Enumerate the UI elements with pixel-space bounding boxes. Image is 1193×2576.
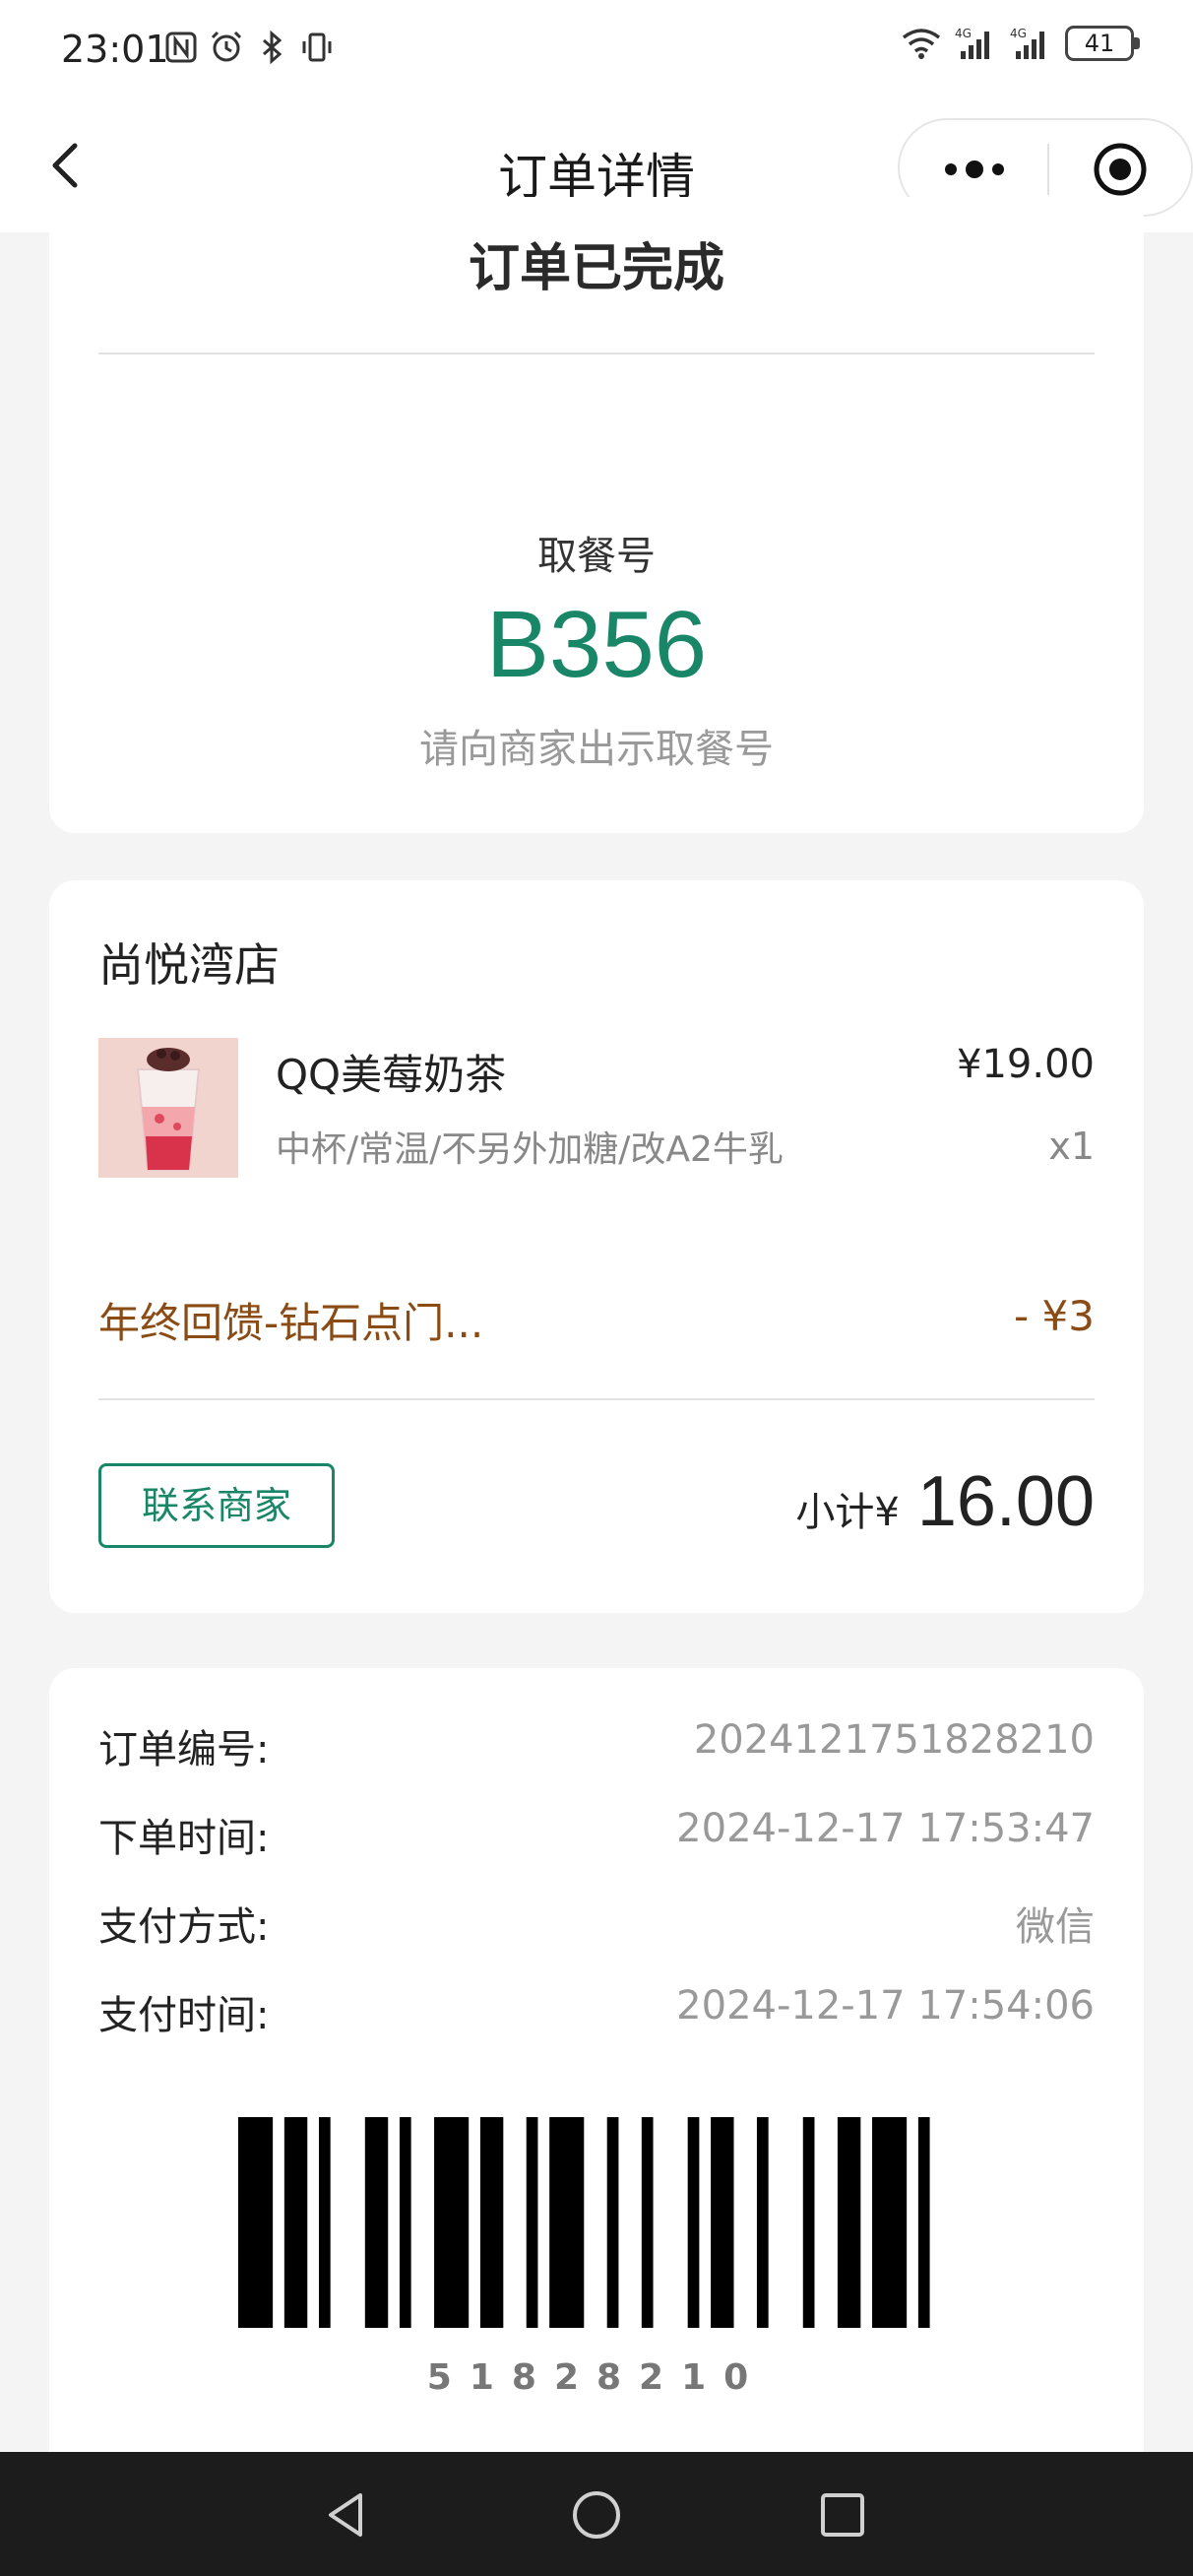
info-value: 2024-12-17 17:54:06 bbox=[676, 1983, 1095, 2029]
divider bbox=[98, 1398, 1095, 1400]
product-quantity: x1 bbox=[1048, 1125, 1095, 1168]
more-dots-icon[interactable] bbox=[937, 142, 1012, 197]
bluetooth-icon bbox=[263, 30, 283, 65]
svg-text:4G: 4G bbox=[955, 27, 972, 40]
status-time: 23:01 bbox=[61, 28, 169, 71]
info-row-payment-time: 支付时间: 2024-12-17 17:54:06 bbox=[98, 1983, 1095, 2042]
order-info-card: 订单编号: 2024121751828210 下单时间: 2024-12-17 … bbox=[49, 1668, 1144, 2456]
info-value: 2024121751828210 bbox=[693, 1717, 1095, 1763]
signal-4g-icon: 4G bbox=[1010, 27, 1044, 59]
system-nav-bar bbox=[0, 2452, 1193, 2576]
info-value: 微信 bbox=[1016, 1904, 1095, 1950]
pickup-number: B356 bbox=[485, 592, 708, 697]
info-row-order-number: 订单编号: 2024121751828210 bbox=[98, 1717, 1095, 1776]
discount-name: 年终回馈-钻石点门... bbox=[98, 1299, 484, 1347]
store-card: 尚悦湾店 QQ美莓奶茶 ¥19.00 中杯/常温/不另外加糖/改A2牛乳 x1 … bbox=[49, 880, 1144, 1613]
vibrate-icon bbox=[302, 32, 332, 62]
subtotal-value: 16.00 bbox=[916, 1462, 1095, 1541]
divider bbox=[98, 353, 1095, 354]
info-label: 支付时间: bbox=[98, 1993, 270, 2038]
subtotal-label: 小计¥ bbox=[795, 1490, 900, 1535]
battery-level: 41 bbox=[1084, 30, 1115, 57]
product-image bbox=[98, 1038, 238, 1178]
battery-indicator: 41 bbox=[1065, 26, 1140, 61]
pickup-card: 订单已完成 取餐号 B356 请向商家出示取餐号 bbox=[49, 197, 1144, 833]
pickup-label: 取餐号 bbox=[537, 534, 656, 579]
status-left-icons bbox=[163, 30, 335, 65]
info-row-payment-method: 支付方式: 微信 bbox=[98, 1895, 1095, 1954]
nfc-icon bbox=[165, 32, 197, 63]
product-name: QQ美莓奶茶 bbox=[276, 1051, 507, 1099]
store-name: 尚悦湾店 bbox=[98, 938, 280, 992]
status-right-icons: 4G 4G 41 bbox=[900, 26, 1140, 61]
order-status: 订单已完成 bbox=[468, 239, 724, 298]
signal-4g-icon: 4G bbox=[955, 27, 989, 59]
svg-text:4G: 4G bbox=[1010, 27, 1027, 40]
wifi-icon bbox=[902, 29, 941, 59]
subtotal: 小计¥ 16.00 bbox=[795, 1461, 1095, 1542]
status-bar: 23:01 4G 4G 41 bbox=[0, 0, 1193, 98]
info-row-order-time: 下单时间: 2024-12-17 17:53:47 bbox=[98, 1806, 1095, 1865]
barcode-number: 51828210 bbox=[426, 2357, 767, 2398]
info-label: 支付方式: bbox=[98, 1904, 270, 1950]
home-circle-icon[interactable] bbox=[565, 2483, 628, 2546]
contact-merchant-button[interactable]: 联系商家 bbox=[98, 1463, 335, 1548]
capsule-divider bbox=[1047, 144, 1049, 195]
recents-square-icon[interactable] bbox=[811, 2483, 874, 2546]
pickup-hint: 请向商家出示取餐号 bbox=[419, 727, 774, 772]
back-triangle-icon[interactable] bbox=[315, 2483, 378, 2546]
order-barcode bbox=[238, 2117, 930, 2328]
target-circle-icon[interactable] bbox=[1093, 142, 1148, 197]
info-value: 2024-12-17 17:53:47 bbox=[676, 1806, 1095, 1851]
info-label: 下单时间: bbox=[98, 1816, 270, 1861]
discount-amount: - ¥3 bbox=[1014, 1292, 1095, 1340]
info-label: 订单编号: bbox=[98, 1727, 270, 1772]
alarm-icon bbox=[211, 31, 242, 62]
product-spec: 中杯/常温/不另外加糖/改A2牛乳 bbox=[276, 1129, 784, 1170]
product-price: ¥19.00 bbox=[957, 1042, 1095, 1087]
